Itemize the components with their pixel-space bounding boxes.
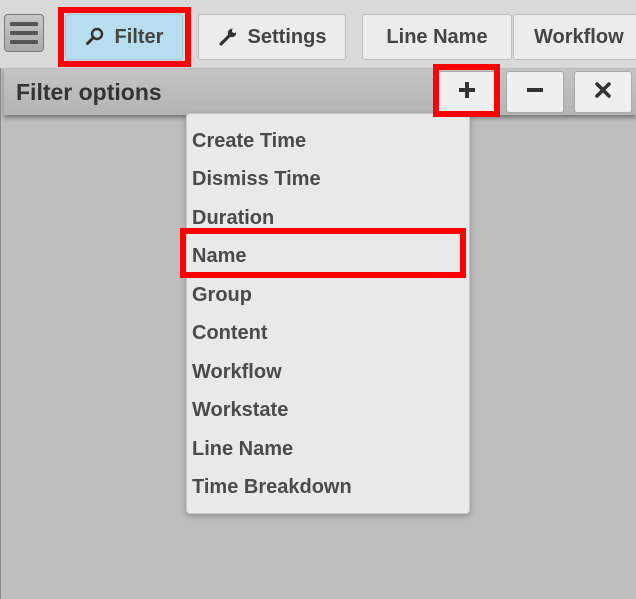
dropdown-item-content[interactable]: Content xyxy=(192,320,268,346)
settings-button-label: Settings xyxy=(247,25,327,48)
hamburger-menu-icon[interactable] xyxy=(4,14,44,52)
top-toolbar: Filter Settings Line Name Workflow xyxy=(0,0,636,68)
dropdown-item-line-name[interactable]: Line Name xyxy=(192,436,293,462)
filter-options-bar: Filter options xyxy=(4,69,636,115)
dropdown-item-group[interactable]: Group xyxy=(192,282,252,308)
close-filter-button[interactable] xyxy=(574,71,632,113)
dropdown-item-duration[interactable]: Duration xyxy=(192,205,274,231)
dropdown-item-name[interactable]: Name xyxy=(192,243,246,269)
minus-icon xyxy=(526,81,544,104)
remove-filter-button[interactable] xyxy=(506,71,564,113)
dropdown-item-workflow[interactable]: Workflow xyxy=(192,359,282,385)
dropdown-item-workstate[interactable]: Workstate xyxy=(192,397,288,423)
tab-workflow-label: Workflow xyxy=(534,25,624,48)
tab-line-name[interactable]: Line Name xyxy=(362,14,512,60)
dropdown-item-create-time[interactable]: Create Time xyxy=(192,128,306,154)
plus-icon xyxy=(458,81,476,104)
wrench-icon xyxy=(218,27,238,47)
search-icon xyxy=(85,27,105,47)
filter-field-dropdown: Create Time Dismiss Time Duration Name G… xyxy=(186,113,470,514)
add-filter-button[interactable] xyxy=(438,71,496,113)
left-border xyxy=(0,0,1,599)
settings-button[interactable]: Settings xyxy=(198,14,346,60)
filter-options-title: Filter options xyxy=(16,79,162,105)
tab-line-name-label: Line Name xyxy=(386,25,488,48)
filter-button-label: Filter xyxy=(114,25,164,48)
dropdown-item-dismiss-time[interactable]: Dismiss Time xyxy=(192,166,321,192)
close-x-icon xyxy=(594,81,612,104)
tab-workflow[interactable]: Workflow xyxy=(513,14,636,60)
filter-button[interactable]: Filter xyxy=(65,14,183,60)
dropdown-item-time-breakdown[interactable]: Time Breakdown xyxy=(192,474,352,500)
